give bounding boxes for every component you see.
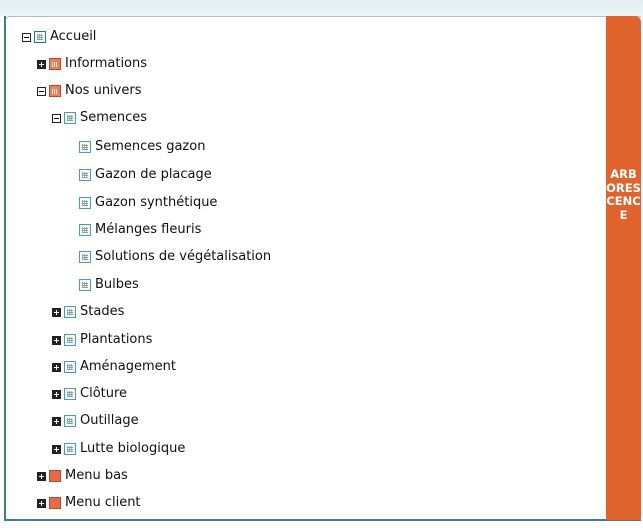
tree-node-menu-client[interactable]: Menu client [37,493,141,513]
tree-node-bulbes[interactable]: Bulbes [79,275,139,295]
tree-node-label: Informations [65,56,148,71]
minus-box-icon[interactable] [22,32,31,42]
minus-box-icon[interactable] [52,113,61,123]
site-tree: Accueil Informations Nos univers Semence… [0,0,600,528]
tree-node-outillage[interactable]: Outillage [52,411,139,431]
red-page-icon [49,58,61,70]
tree-node-label: Gazon de placage [95,167,212,182]
tree-node-gazon-synthetique[interactable]: Gazon synthétique [79,193,217,213]
tree-node-stades[interactable]: Stades [52,302,124,322]
red-square-icon [49,497,61,509]
side-tab-label: ARBORESCENCE [606,167,641,222]
tree-node-informations[interactable]: Informations [37,54,147,74]
minus-box-icon[interactable] [37,86,46,96]
tree-node-label: Menu bas [65,468,128,483]
page-icon [79,251,91,263]
page-icon [64,361,76,373]
tree-node-label: Nos univers [65,83,142,98]
plus-box-icon[interactable] [52,416,61,426]
plus-box-icon[interactable] [37,59,46,69]
page-icon [79,197,91,209]
tree-node-menu-bas[interactable]: Menu bas [37,466,128,486]
tree-node-plantations[interactable]: Plantations [52,330,152,350]
page-icon [79,169,91,181]
tree-node-label: Semences [80,110,148,125]
tree-node-label: Plantations [80,332,153,347]
tree-node-label: Solutions de végétalisation [95,249,272,264]
plus-box-icon[interactable] [52,362,61,372]
tree-node-label: Outillage [80,413,139,428]
plus-box-icon[interactable] [37,471,46,481]
page-icon [79,224,91,236]
tree-node-melanges-fleuris[interactable]: Mélanges fleuris [79,220,201,240]
page-icon [64,443,76,455]
tree-node-amenagement[interactable]: Aménagement [52,357,176,377]
tree-node-solutions-de-vegetalisation[interactable]: Solutions de végétalisation [79,247,271,267]
plus-box-icon[interactable] [52,335,61,345]
page-icon [64,112,76,124]
page-icon [64,306,76,318]
tree-node-label: Accueil [50,29,97,44]
tree-node-cloture[interactable]: Clôture [52,384,127,404]
page-icon [64,334,76,346]
page-icon [64,388,76,400]
red-square-icon [49,470,61,482]
tree-node-semences[interactable]: Semences [52,108,147,128]
tree-node-nos-univers[interactable]: Nos univers [37,81,141,101]
plus-box-icon[interactable] [52,307,61,317]
tree-node-label: Bulbes [95,277,139,292]
plus-box-icon[interactable] [52,389,61,399]
tree-node-label: Semences gazon [95,139,206,154]
tree-node-label: Mélanges fleuris [95,222,202,237]
plus-box-icon[interactable] [37,498,46,508]
page-icon [79,141,91,153]
tree-node-lutte-biologique[interactable]: Lutte biologique [52,439,185,459]
page-icon [79,279,91,291]
arborescence-side-tab[interactable]: ARBORESCENCE [606,16,641,520]
page-icon [34,31,46,43]
tree-node-label: Stades [80,304,125,319]
tree-node-label: Clôture [80,386,128,401]
tree-node-label: Aménagement [80,359,177,374]
red-page-icon [49,85,61,97]
tree-node-label: Gazon synthétique [95,195,218,210]
tree-node-semences-gazon[interactable]: Semences gazon [79,137,205,157]
tree-node-accueil[interactable]: Accueil [22,27,96,47]
tree-node-label: Menu client [65,495,141,510]
tree-node-gazon-de-placage[interactable]: Gazon de placage [79,165,212,185]
tree-node-label: Lutte biologique [80,441,186,456]
plus-box-icon[interactable] [52,444,61,454]
page-icon [64,415,76,427]
